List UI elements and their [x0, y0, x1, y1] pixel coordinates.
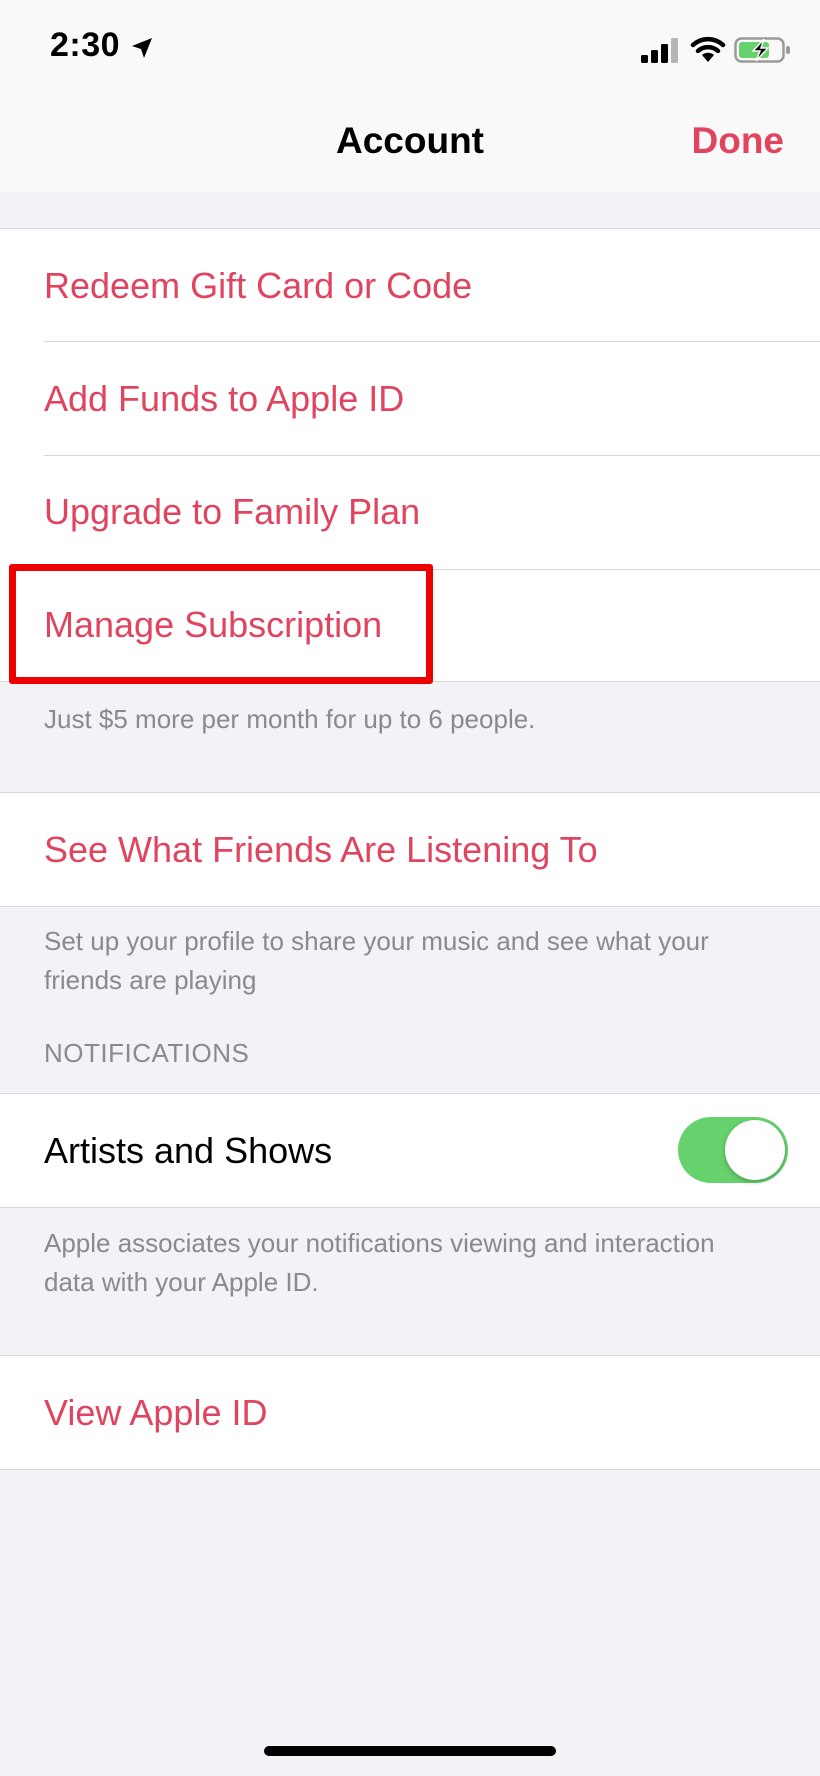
redeem-gift-card-row[interactable]: Redeem Gift Card or Code: [0, 229, 820, 342]
location-arrow-icon: [132, 38, 152, 58]
highlight-box: [9, 564, 433, 684]
see-friends-listening-row[interactable]: See What Friends Are Listening To: [0, 793, 820, 906]
status-time: 2:30: [50, 26, 121, 64]
apple-id-group: View Apple ID: [0, 1355, 820, 1470]
upgrade-family-plan-row[interactable]: Upgrade to Family Plan: [0, 455, 820, 568]
notifications-group: Artists and Shows: [0, 1093, 820, 1208]
see-friends-listening-label: See What Friends Are Listening To: [44, 829, 598, 870]
nav-bar: Account Done: [0, 100, 820, 192]
redeem-gift-card-label: Redeem Gift Card or Code: [44, 265, 473, 306]
friends-footer: Set up your profile to share your music …: [44, 926, 709, 995]
notifications-footer: Apple associates your notifications view…: [44, 1228, 715, 1297]
friends-group: See What Friends Are Listening To: [0, 792, 820, 907]
view-apple-id-row[interactable]: View Apple ID: [0, 1356, 820, 1469]
battery-charging-icon: [734, 37, 790, 63]
wifi-icon: [690, 36, 726, 62]
add-funds-row[interactable]: Add Funds to Apple ID: [0, 342, 820, 455]
artists-and-shows-toggle[interactable]: [678, 1117, 788, 1183]
status-bar: 2:30: [0, 0, 820, 100]
cellular-signal-icon: [641, 38, 678, 63]
view-apple-id-label: View Apple ID: [44, 1392, 268, 1433]
notifications-section-header: NOTIFICATIONS: [44, 1038, 250, 1068]
home-indicator[interactable]: [264, 1746, 556, 1756]
artists-and-shows-label: Artists and Shows: [44, 1130, 333, 1171]
artists-and-shows-row: Artists and Shows: [0, 1094, 820, 1207]
done-button[interactable]: Done: [692, 120, 785, 162]
family-plan-footer: Just $5 more per month for up to 6 peopl…: [44, 704, 536, 734]
upgrade-family-plan-label: Upgrade to Family Plan: [44, 491, 421, 532]
add-funds-label: Add Funds to Apple ID: [44, 378, 405, 419]
toggle-knob: [725, 1120, 785, 1180]
